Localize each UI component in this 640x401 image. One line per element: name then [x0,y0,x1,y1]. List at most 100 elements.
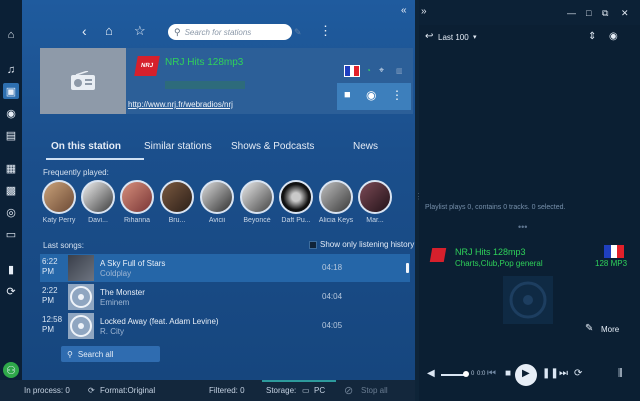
playlist-icon[interactable]: ↩ [425,31,433,42]
broadcast-nav-icon[interactable]: ◎ [3,204,19,220]
volume-icon[interactable]: ◀ [427,368,435,379]
station-genre-placeholder [165,81,245,89]
station-logo-small [429,248,447,262]
radio-nav-icon[interactable]: ▣ [3,83,19,99]
more-button[interactable]: More [601,325,619,334]
star-icon[interactable]: ☆ [134,23,146,39]
top-toolbar: ‹ ⌂ ☆ ⚲ Search for stations ✎ ⋮ « [22,0,415,44]
station-placeholder-image [40,48,126,114]
now-playing-name: NRJ Hits 128mp3 [455,247,526,257]
wand-icon[interactable]: ✎ [294,27,302,38]
player-controls: ◀ 0 0:0 ⏮ ■ ▶ ❚❚ ⏭ ⟳ ⫼ [419,361,640,389]
tab-on-this-station[interactable]: On this station [51,141,121,152]
sync-nav-icon[interactable]: ⟳ [3,283,19,299]
volume-handle[interactable] [463,371,469,377]
library-nav-icon[interactable]: ▤ [3,127,19,143]
station-url-link[interactable]: http://www.nrj.fr/webradios/nrj [128,100,233,109]
artist-name: Alicia Keys [318,217,354,224]
station-card: NRJ NRJ Hits 128mp3 http://www.nrj.fr/we… [40,48,413,114]
format-status[interactable]: Format:Original [100,386,155,395]
song-row[interactable]: 2:22 PM The Monster Eminem 04:04 [40,283,410,311]
artist-avatar[interactable] [160,180,194,214]
song-row[interactable]: 6:22 PM A Sky Full of Stars Coldplay 04:1… [40,254,410,282]
chevron-down-icon[interactable]: ▾ [473,33,477,41]
song-title: The Monster [100,288,145,297]
artist-name: Rihanna [123,217,151,224]
search-all-label: Search all [77,349,114,359]
right-panel: » — □ ⧉ ✕ ↩ Last 100 ▾ ⇕ ◉ Playlist play… [419,0,640,401]
podcast-nav-icon[interactable]: ◉ [3,105,19,121]
volume-slider[interactable] [441,374,465,376]
song-ampm: PM [42,325,54,334]
sort-icon[interactable]: ⇕ [588,31,596,42]
tab-news[interactable]: News [353,141,378,152]
collapse-left-icon[interactable]: « [401,5,407,16]
now-playing-quality: 128 MP3 [595,259,628,268]
pause-icon[interactable]: ❚❚ [542,368,559,379]
stop-icon[interactable]: ■ [505,368,511,379]
main-panel: ‹ ⌂ ☆ ⚲ Search for stations ✎ ⋮ « NRJ NR… [22,0,415,380]
equalizer-icon[interactable]: ⫼ [618,368,623,379]
pencil-icon[interactable]: ✎ [585,323,593,334]
signal-icon: ◔ [366,66,371,75]
prev-icon[interactable]: ⏮ [487,368,496,379]
artist-avatar[interactable] [279,180,313,214]
tv-nav-icon[interactable]: ▩ [3,182,19,198]
play-button[interactable]: ▶ [515,364,537,386]
resize-grip-icon[interactable]: ••• [518,222,527,232]
user-account-icon[interactable]: ⚇ [3,362,19,378]
search-input[interactable]: Search for stations [185,28,252,37]
listening-history-checkbox[interactable] [309,241,317,249]
storage-value[interactable]: PC [314,386,325,395]
artist-avatar[interactable] [81,180,115,214]
stop-icon[interactable]: ■ [344,89,351,101]
song-title: A Sky Full of Stars [100,259,166,268]
maximize-icon[interactable]: □ [586,8,591,18]
now-playing: NRJ Hits 128mp3 Charts,Club,Pop general … [419,238,640,334]
back-arrow-icon[interactable]: ‹ [82,23,87,39]
file-nav-icon[interactable]: ▮ [3,261,19,277]
song-artist: Coldplay [100,269,132,278]
stop-all-icon[interactable]: ⊘ [344,384,353,397]
artist-avatar[interactable] [358,180,392,214]
restore-icon[interactable]: ⧉ [602,8,608,19]
artist-avatar[interactable] [120,180,154,214]
home-icon[interactable]: ⌂ [105,23,113,38]
song-time: 12:58 [42,315,63,324]
artist-avatar[interactable] [42,180,76,214]
stop-all-label[interactable]: Stop all [361,386,388,395]
storage-label: Storage: [266,386,297,395]
search-all-button[interactable]: ⚲ Search all [61,346,160,362]
expand-right-icon[interactable]: » [421,6,427,17]
video-nav-icon[interactable]: ▦ [3,160,19,176]
tab-shows-podcasts[interactable]: Shows & Podcasts [231,141,314,152]
minimize-icon[interactable]: — [567,8,576,18]
search-bar[interactable]: ⚲ Search for stations [168,24,292,40]
home-nav-icon[interactable]: ⌂ [3,27,19,43]
song-row[interactable]: 12:58 PM Locked Away (feat. Adam Levine) … [40,312,410,340]
menu-dots-icon[interactable]: ⋮ [319,23,332,39]
artist-avatar[interactable] [319,180,353,214]
close-icon[interactable]: ✕ [621,8,629,19]
music-nav-icon[interactable]: ♫ [3,62,19,78]
artist-avatar[interactable] [200,180,234,214]
more-options-icon[interactable]: ⋮ [391,88,403,102]
artist-name: Mar... [366,217,384,224]
playlist-selector[interactable]: Last 100 [438,33,469,42]
status-bar: In process: 0 ⟳ Format:Original Filtered… [0,380,415,401]
songs-scrollbar[interactable] [406,263,409,273]
next-icon[interactable]: ⏭ [559,368,568,379]
artist-name: Daft Pu... [281,217,311,224]
song-artist: Eminem [100,298,130,307]
eye-icon[interactable]: ◉ [609,31,618,42]
bitrate-icon: ▥ [396,68,403,75]
monitor-icon: ▭ [302,386,310,395]
repeat-icon[interactable]: ⟳ [574,368,582,379]
song-title: Locked Away (feat. Adam Levine) [100,317,219,326]
search-icon: ⚲ [67,349,73,359]
active-tab-indicator [46,158,144,160]
monitor-nav-icon[interactable]: ▭ [3,226,19,242]
tab-similar-stations[interactable]: Similar stations [144,141,212,152]
artist-avatar[interactable] [240,180,274,214]
record-icon[interactable]: ◉ [366,88,376,102]
